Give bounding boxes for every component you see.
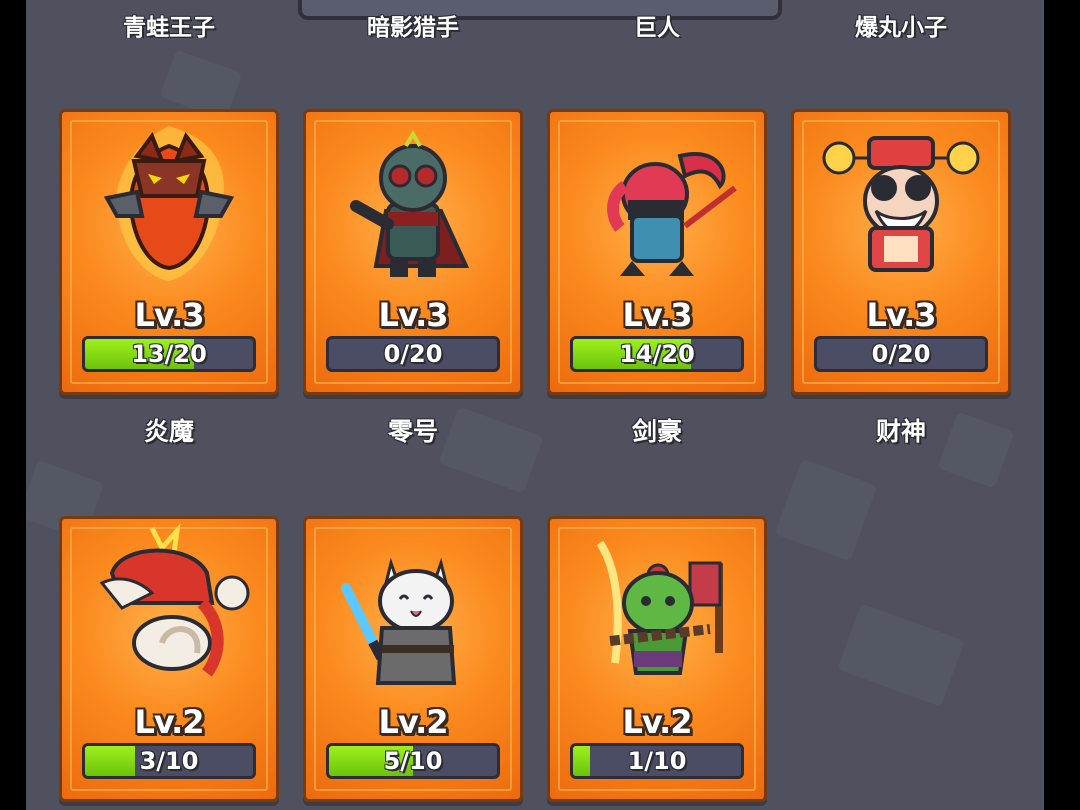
hero-progress-bar: 0/20 [326, 336, 500, 372]
hero-name-flame-demon: 炎魔 [143, 417, 194, 446]
hero-card-swordsman[interactable]: Lv.3 14/20 [547, 109, 767, 395]
masked-rider-icon [350, 130, 470, 277]
hero-progress-bar: 3/10 [82, 743, 256, 779]
swordsman-icon [607, 152, 737, 276]
progress-text: 0/20 [871, 340, 931, 368]
progress-text: 13/20 [131, 340, 207, 368]
hero-collection-screen: 青蛙王子 暗影猎手 巨人 爆丸小子 Lv.3 13/20 Lv.3 0/20 L… [26, 0, 1044, 810]
hero-level: Lv.3 [622, 296, 692, 334]
hero-card-orc-warrior[interactable]: Lv.2 1/10 [547, 516, 767, 802]
background-shape [837, 603, 965, 707]
hero-name-masked-rider: 零号 [387, 417, 438, 446]
hero-level: Lv.3 [866, 296, 936, 334]
hero-progress-bar: 1/10 [570, 743, 744, 779]
hero-card-masked-rider[interactable]: Lv.3 0/20 [303, 109, 523, 395]
fortune-god-icon [822, 136, 980, 272]
hero-card-cat-jedi[interactable]: Lv.2 5/10 [303, 516, 523, 802]
hero-card-fortune-god[interactable]: Lv.3 0/20 [791, 109, 1011, 395]
hero-name-fortune-god: 财神 [875, 417, 926, 446]
hero-name-top-1: 青蛙王子 [123, 15, 215, 38]
hero-progress-bar: 0/20 [814, 336, 988, 372]
progress-text: 5/10 [383, 747, 443, 775]
red-dragon-icon [99, 523, 250, 677]
hero-name-top-4: 爆丸小子 [855, 15, 947, 38]
progress-text: 1/10 [627, 747, 687, 775]
hero-progress-bar: 14/20 [570, 336, 744, 372]
hero-name-top-2: 暗影猎手 [367, 15, 459, 38]
flame-demon-icon [103, 126, 235, 281]
progress-text: 3/10 [139, 747, 199, 775]
cat-jedi-icon [341, 557, 457, 685]
hero-level: Lv.2 [622, 703, 692, 741]
hero-progress-bar: 5/10 [326, 743, 500, 779]
background-shape [774, 458, 878, 562]
hero-name-swordsman: 剑豪 [631, 417, 682, 446]
progress-text: 0/20 [383, 340, 443, 368]
hero-card-red-dragon[interactable]: Lv.2 3/10 [59, 516, 279, 802]
hero-level: Lv.3 [378, 296, 448, 334]
hero-name-top-3: 巨人 [634, 15, 680, 38]
hero-level: Lv.2 [134, 703, 204, 741]
hero-level: Lv.2 [378, 703, 448, 741]
progress-text: 14/20 [619, 340, 695, 368]
orc-warrior-icon [596, 540, 723, 675]
hero-card-flame-demon[interactable]: Lv.3 13/20 [59, 109, 279, 395]
hero-level: Lv.3 [134, 296, 204, 334]
hero-progress-bar: 13/20 [82, 336, 256, 372]
